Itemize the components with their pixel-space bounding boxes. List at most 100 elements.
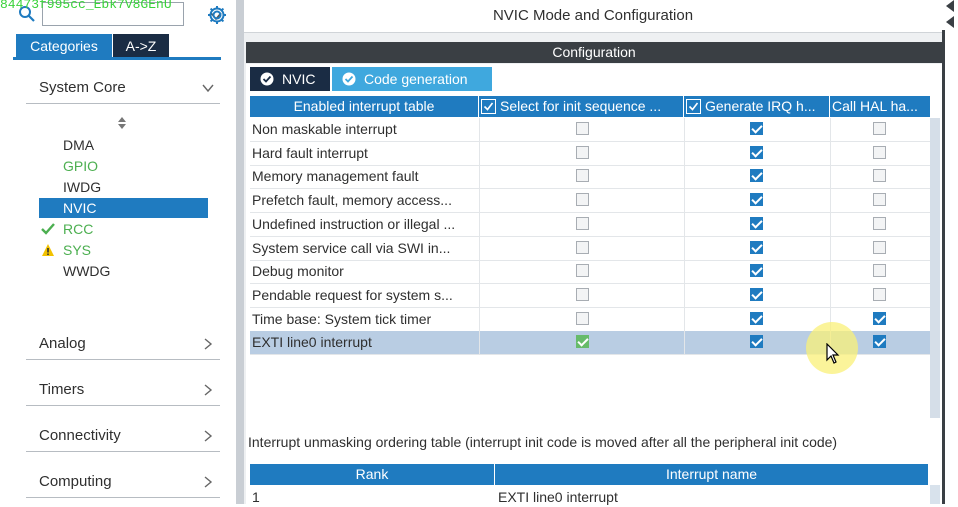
call-hal-checkbox[interactable] xyxy=(873,264,886,278)
generate-irq-checkbox[interactable] xyxy=(750,311,763,325)
select-init-checkbox[interactable] xyxy=(576,287,589,301)
check-circle-icon xyxy=(260,72,274,86)
select-init-checkbox[interactable] xyxy=(576,193,589,207)
generate-irq-checkbox[interactable] xyxy=(750,264,763,278)
warning-icon xyxy=(42,244,54,256)
call-hal-checkbox[interactable] xyxy=(873,193,886,207)
category-label: Timers xyxy=(39,381,85,398)
category-label: Connectivity xyxy=(39,427,121,444)
table-row[interactable]: 1 EXTI line0 interrupt xyxy=(250,487,928,507)
call-hal-checkbox[interactable] xyxy=(873,287,886,301)
table-cell xyxy=(684,212,831,236)
column-header-select-init[interactable]: Select for init sequence ... xyxy=(479,96,684,117)
select-init-checkbox[interactable] xyxy=(576,145,589,159)
generate-irq-checkbox[interactable] xyxy=(750,169,763,183)
interrupt-name: Prefetch fault, memory access... xyxy=(252,192,452,209)
table-row[interactable]: Hard fault interrupt xyxy=(250,141,930,166)
edge-bar xyxy=(942,30,945,504)
category-label: Analog xyxy=(39,335,86,352)
generate-irq-checkbox[interactable] xyxy=(750,145,763,159)
table-scrollbar[interactable] xyxy=(930,118,940,418)
divider xyxy=(26,405,220,406)
table-cell xyxy=(684,118,831,141)
configuration-content: NVIC Code generation Enabled interrupt t… xyxy=(246,64,942,507)
sidebar-item-wwdg[interactable]: WWDG xyxy=(39,261,208,281)
tab-code-generation[interactable]: Code generation xyxy=(332,67,492,91)
table-row[interactable]: Undefined instruction or illegal ... xyxy=(250,212,931,237)
generate-irq-checkbox[interactable] xyxy=(750,193,763,207)
table-row[interactable]: Non maskable interrupt xyxy=(250,118,930,142)
column-header-rank[interactable]: Rank xyxy=(250,464,495,485)
scrollbar-thumb[interactable] xyxy=(930,118,940,418)
category-computing[interactable]: Computing xyxy=(39,469,219,495)
sort-icon[interactable] xyxy=(116,116,128,130)
select-init-checkbox[interactable] xyxy=(576,122,589,135)
category-timers[interactable]: Timers xyxy=(39,377,219,403)
call-hal-checkbox[interactable] xyxy=(873,240,886,254)
generate-irq-checkbox[interactable] xyxy=(750,240,763,254)
sidebar-item-sys[interactable]: SYS xyxy=(39,240,208,260)
chevron-down-icon xyxy=(202,84,214,93)
table-cell xyxy=(830,165,931,189)
table-cell xyxy=(479,236,685,260)
interrupt-name: Debug monitor xyxy=(252,263,344,280)
interrupt-name: Hard fault interrupt xyxy=(252,144,368,161)
mouse-pointer-icon xyxy=(826,343,840,364)
table-cell xyxy=(684,141,831,165)
sidebar-item-iwdg[interactable]: IWDG xyxy=(39,177,208,197)
category-analog[interactable]: Analog xyxy=(39,331,219,357)
call-hal-checkbox[interactable] xyxy=(873,169,886,183)
panel-splitter[interactable] xyxy=(236,0,244,504)
header-checkbox[interactable] xyxy=(481,99,496,114)
sidebar: 84473f995cc_Ebk7V8GEnU Categories A->Z S… xyxy=(0,0,236,504)
column-header-generate-irq[interactable]: Generate IRQ h... xyxy=(684,96,830,117)
tab-nvic[interactable]: NVIC xyxy=(250,67,330,91)
table-cell xyxy=(479,307,685,331)
generate-irq-checkbox[interactable] xyxy=(750,216,763,230)
call-hal-checkbox[interactable] xyxy=(873,145,886,159)
window-edge xyxy=(942,0,958,504)
select-init-checkbox[interactable] xyxy=(576,216,589,230)
call-hal-checkbox[interactable] xyxy=(873,216,886,230)
select-init-checkbox[interactable] xyxy=(576,311,589,325)
generate-irq-checkbox[interactable] xyxy=(750,335,763,349)
table-cell xyxy=(479,260,685,284)
table-row[interactable]: Pendable request for system s... xyxy=(250,283,931,308)
gear-icon[interactable] xyxy=(206,4,228,26)
select-init-checkbox[interactable] xyxy=(576,264,589,278)
select-init-checkbox[interactable] xyxy=(576,169,589,183)
call-hal-checkbox[interactable] xyxy=(873,122,886,135)
interrupt-name: System service call via SWI in... xyxy=(252,239,451,256)
tab-categories[interactable]: Categories xyxy=(16,34,112,58)
select-init-checkbox[interactable] xyxy=(576,335,589,349)
table-row[interactable]: System service call via SWI in... xyxy=(250,236,930,261)
divider xyxy=(26,451,220,452)
call-hal-checkbox[interactable] xyxy=(873,335,886,349)
category-connectivity[interactable]: Connectivity xyxy=(39,423,219,449)
sidebar-item-nvic[interactable]: NVIC xyxy=(39,198,208,218)
collapse-arrow-icon[interactable] xyxy=(945,0,955,12)
header-checkbox[interactable] xyxy=(686,99,701,114)
table-row[interactable]: Debug monitor xyxy=(250,260,930,285)
sidebar-item-dma[interactable]: DMA xyxy=(39,135,208,155)
generate-irq-checkbox[interactable] xyxy=(750,287,763,301)
column-header-interrupt-name[interactable]: Interrupt name xyxy=(495,464,928,485)
chevron-right-icon xyxy=(204,476,213,488)
table-row[interactable]: Prefetch fault, memory access... xyxy=(250,189,930,214)
column-header-interrupt[interactable]: Enabled interrupt table xyxy=(250,96,479,117)
category-system-core[interactable]: System Core xyxy=(39,75,219,101)
table-cell xyxy=(684,260,831,284)
table-row[interactable]: Memory management fault xyxy=(250,165,931,190)
call-hal-checkbox[interactable] xyxy=(873,311,886,325)
sidebar-item-gpio[interactable]: GPIO xyxy=(39,156,208,176)
table-scrollbar[interactable] xyxy=(930,485,940,504)
tab-a-to-z[interactable]: A->Z xyxy=(113,34,169,58)
divider xyxy=(26,103,220,104)
generate-irq-checkbox[interactable] xyxy=(750,122,763,135)
column-header-call-hal[interactable]: Call HAL ha... xyxy=(830,96,931,117)
select-init-checkbox[interactable] xyxy=(576,240,589,254)
sidebar-item-rcc[interactable]: RCC xyxy=(39,219,208,239)
table-cell xyxy=(830,212,931,236)
collapse-arrow-icon[interactable] xyxy=(945,16,955,28)
table-cell xyxy=(830,283,931,307)
